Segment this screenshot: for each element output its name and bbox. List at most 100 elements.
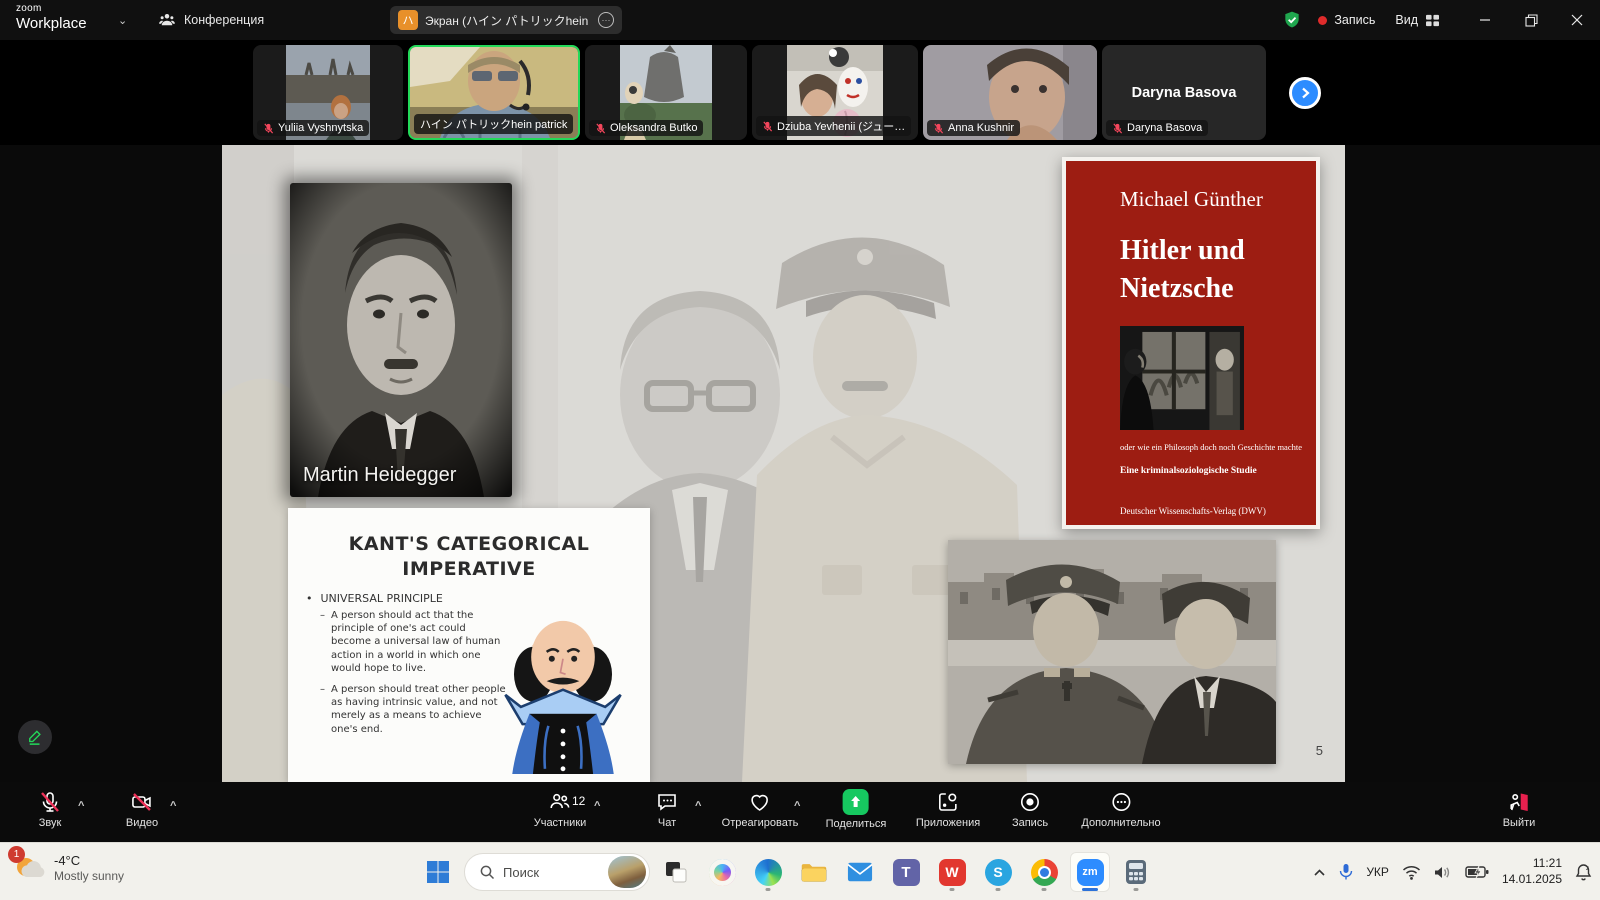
record-button[interactable]: Запись [1012, 790, 1048, 829]
share-screen-button[interactable]: Поделиться [826, 790, 887, 830]
slide-page-number: 5 [1316, 743, 1323, 758]
chat-label: Чат [658, 817, 676, 829]
edge-button[interactable] [748, 852, 788, 892]
muted-mic-icon [1112, 123, 1123, 134]
record-label: Запись [1012, 817, 1048, 829]
chrome-button[interactable] [1024, 852, 1064, 892]
bullet-marker: • [306, 592, 313, 605]
leave-button[interactable]: Выйти [1503, 790, 1536, 829]
svg-text:z: z [1586, 866, 1589, 872]
wifi-icon[interactable] [1402, 865, 1421, 880]
participant-name: Dziuba Yevhenii (ジュー… [777, 118, 905, 134]
camera-muted-icon [130, 790, 154, 814]
notification-badge: 1 [8, 846, 25, 863]
apps-button[interactable]: Приложения [916, 790, 980, 829]
dash-marker: – [320, 609, 325, 675]
running-indicator [996, 888, 1001, 891]
start-button[interactable] [418, 852, 458, 892]
chevron-up-icon[interactable]: ^ [594, 800, 600, 812]
weather-temperature: -4°C [54, 853, 124, 868]
participant-name: Oleksandra Butko [610, 122, 697, 134]
zoom-app-button[interactable]: zm [1070, 852, 1110, 892]
share-avatar: ハ [398, 10, 418, 30]
record-icon [1018, 790, 1042, 814]
annotate-button[interactable] [18, 720, 52, 754]
clock[interactable]: 11:21 14.01.2025 [1502, 856, 1562, 887]
video-button[interactable]: Видео ^ [126, 790, 158, 829]
pencil-icon [26, 728, 44, 746]
minimize-button[interactable] [1462, 0, 1508, 40]
skype-icon: S [985, 859, 1012, 886]
battery-icon[interactable] [1465, 865, 1489, 879]
participant-nametag: Dziuba Yevhenii (ジュー… [756, 116, 911, 136]
task-view-icon [663, 859, 689, 885]
react-button[interactable]: Отреагировать ^ [722, 790, 799, 829]
chrome-icon [1031, 859, 1058, 886]
conference-tab-label: Конференция [184, 13, 264, 27]
recording-indicator[interactable]: Запись [1318, 13, 1375, 27]
mail-icon [847, 861, 873, 883]
participants-button[interactable]: Участники 12 ^ [534, 790, 587, 829]
task-view-button[interactable] [656, 852, 696, 892]
view-button[interactable]: Вид [1395, 13, 1440, 27]
taskbar-search[interactable]: Поиск [464, 853, 650, 891]
weather-widget[interactable]: 1 -4°C Mostly sunny [12, 851, 124, 885]
next-participants-button[interactable] [1289, 77, 1321, 109]
book-cover: Michael Günther Hitler und Nietzsche [1062, 157, 1320, 529]
participant-name: Daryna Basova [1127, 122, 1202, 134]
copilot-icon [709, 859, 736, 886]
file-explorer-button[interactable] [794, 852, 834, 892]
kant-title-line2: IMPERATIVE [288, 557, 650, 582]
book-title-line1: Hitler und [1120, 232, 1304, 270]
tab-conference[interactable]: Конференция [158, 0, 264, 40]
volume-icon[interactable] [1434, 865, 1452, 880]
participant-name: ハイン パトリックhein patrick [420, 116, 567, 132]
participant-tile[interactable]: Oleksandra Butko [585, 45, 747, 140]
close-button[interactable] [1554, 0, 1600, 40]
leave-label: Выйти [1503, 817, 1536, 829]
tray-chevron-up-icon[interactable] [1313, 868, 1326, 877]
book-author: Michael Günther [1120, 161, 1304, 212]
tray-mic-icon[interactable] [1339, 863, 1353, 881]
chevron-down-icon[interactable]: ⌄ [118, 14, 127, 27]
share-screen-icon [843, 789, 869, 815]
audio-button[interactable]: Звук ^ [38, 790, 62, 829]
dash-marker: – [320, 683, 325, 736]
wps-icon: W [939, 859, 966, 886]
skype-button[interactable]: S [978, 852, 1018, 892]
restore-icon [1525, 14, 1538, 27]
participant-tile-no-video[interactable]: Daryna Basova Daryna Basova [1102, 45, 1266, 140]
tab-more-icon[interactable]: ··· [598, 12, 614, 28]
chevron-up-icon[interactable]: ^ [794, 800, 800, 812]
more-button[interactable]: Дополнительно [1081, 790, 1160, 829]
participant-tile-active-speaker[interactable]: ハイン パトリックhein patrick [408, 45, 580, 140]
copilot-button[interactable] [702, 852, 742, 892]
mail-button[interactable] [840, 852, 880, 892]
participant-tile[interactable]: Dziuba Yevhenii (ジュー… [752, 45, 918, 140]
recording-label: Запись [1334, 13, 1375, 27]
chat-button[interactable]: Чат ^ [655, 790, 679, 829]
react-label: Отреагировать [722, 817, 799, 829]
kant-point-2: A person should treat other people as ha… [331, 683, 508, 736]
security-shield-icon[interactable] [1282, 10, 1302, 30]
active-app-indicator [1082, 888, 1098, 891]
wps-office-button[interactable]: W [932, 852, 972, 892]
restore-button[interactable] [1508, 0, 1554, 40]
shakespeare-clipart [488, 602, 638, 774]
zoom-meeting-window: zoom Workplace ⌄ Конференция ハ Экран (ハイ… [0, 0, 1600, 900]
chevron-up-icon[interactable]: ^ [78, 800, 84, 812]
participant-tile[interactable]: Yuliia Vyshnytska [253, 45, 403, 140]
notification-bell-icon[interactable]: z [1575, 863, 1592, 881]
participant-tile[interactable]: Anna Kushnir [923, 45, 1097, 140]
calculator-button[interactable] [1116, 852, 1156, 892]
heidegger-portrait: Martin Heidegger [290, 183, 512, 497]
tab-shared-screen[interactable]: ハ Экран (ハイン パトリックhein patrick ··· [390, 6, 622, 34]
participant-nametag: Oleksandra Butko [589, 120, 703, 136]
search-highlight-image[interactable] [608, 856, 646, 888]
chevron-up-icon[interactable]: ^ [695, 800, 701, 812]
chevron-up-icon[interactable]: ^ [170, 800, 176, 812]
share-tab-label: Экран (ハイン パトリックhein patrick [425, 12, 591, 29]
language-indicator[interactable]: УКР [1366, 865, 1389, 879]
book-study-line: Eine kriminalsoziologische Studie [1120, 466, 1304, 476]
teams-button[interactable]: T [886, 852, 926, 892]
